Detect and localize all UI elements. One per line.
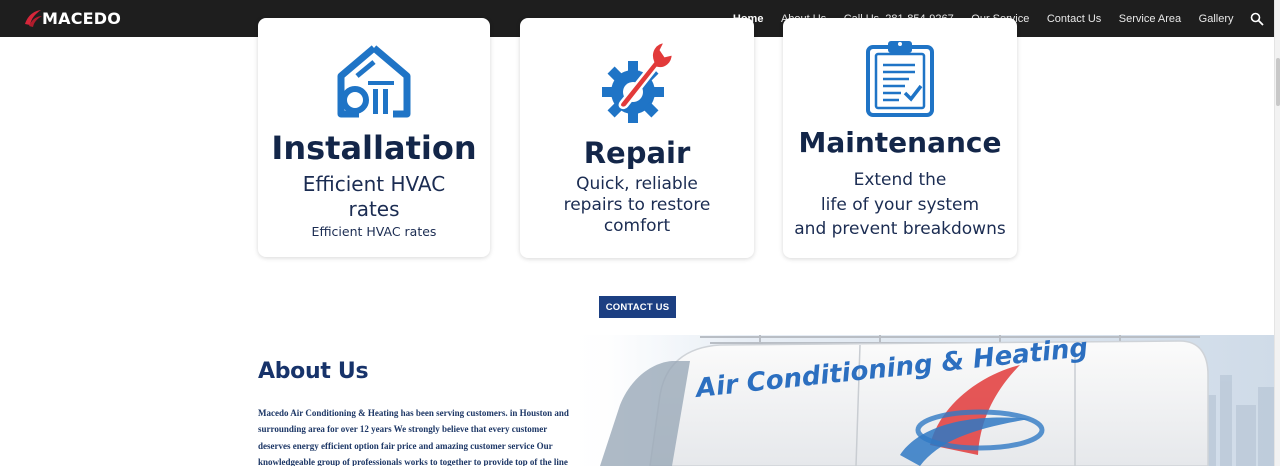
- brand-logo[interactable]: MACEDO: [22, 6, 121, 30]
- about-body-line: surrounding area for over 12 years We st…: [258, 424, 548, 435]
- service-title: Repair: [583, 136, 691, 170]
- service-title: Installation: [271, 129, 477, 167]
- about-heading: About Us: [258, 359, 369, 384]
- search-icon[interactable]: [1249, 11, 1265, 27]
- nav-item-gallery[interactable]: Gallery: [1199, 13, 1234, 25]
- description-line: Efficient HVAC: [302, 172, 446, 196]
- van-lettering: Air Conditioning & Heating: [693, 335, 1090, 404]
- brand-name: MACEDO: [42, 8, 122, 28]
- about-body: Macedo Air Conditioning & Heating has be…: [258, 405, 616, 466]
- about-body-line: Macedo Air Conditioning & Heating has be…: [258, 408, 569, 418]
- service-card-maintenance[interactable]: Maintenance Extend the life of your syst…: [783, 18, 1017, 258]
- description-line: rates: [348, 196, 400, 221]
- van-lettering-text: Air Conditioning & Heating: [693, 335, 1090, 404]
- description-line: Quick, reliable: [576, 174, 698, 194]
- scrollbar-thumb[interactable]: [1276, 58, 1280, 106]
- house-icon: [337, 45, 411, 118]
- service-description: Extend the life of your system and preve…: [783, 168, 1017, 242]
- description-line: Extend the: [853, 170, 947, 190]
- clipboard-icon: [866, 41, 934, 117]
- service-subtext: Efficient HVAC rates: [311, 224, 437, 239]
- wrench-gear-icon: [602, 40, 675, 123]
- service-card-repair[interactable]: Repair Quick, reliable repairs to restor…: [520, 18, 754, 258]
- nav-item-contact-us[interactable]: Contact Us: [1047, 13, 1101, 25]
- service-card-installation[interactable]: Installation Efficient HVAC rates Effici…: [258, 18, 490, 257]
- page-scrollbar[interactable]: [1274, 0, 1280, 466]
- about-body-line: deserves energy efficient option fair pr…: [258, 440, 553, 451]
- service-title: Maintenance: [798, 126, 1002, 159]
- about-body-line: knowledgeable group of professionals wor…: [258, 456, 568, 466]
- service-description: Efficient HVAC rates: [258, 172, 490, 222]
- about-section: Air Conditioning & Heating About Us Mace…: [0, 335, 1274, 466]
- description-line: life of your system: [820, 194, 980, 215]
- description-line: comfort: [603, 216, 671, 237]
- contact-us-button[interactable]: CONTACT US: [599, 296, 676, 318]
- description-line: repairs to restore: [563, 195, 711, 216]
- description-line: and prevent breakdowns: [794, 219, 1006, 240]
- nav-item-service-area[interactable]: Service Area: [1119, 13, 1181, 25]
- logo-mark-icon: [25, 10, 42, 27]
- service-description: Quick, reliable repairs to restore comfo…: [520, 174, 754, 237]
